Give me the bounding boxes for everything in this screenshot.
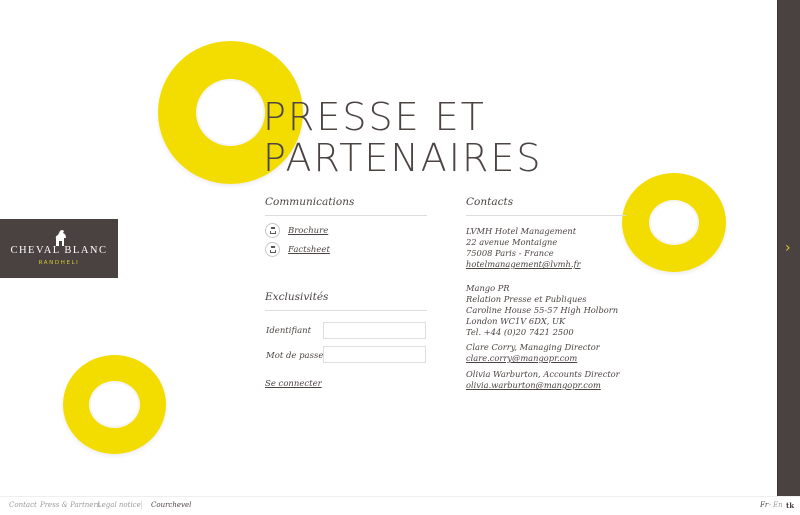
- lang-separator: -: [769, 501, 772, 509]
- logo-brand: CHEVAL BLANC: [10, 245, 108, 256]
- document-icon[interactable]: [265, 242, 280, 257]
- mango-contact1: Clare Corry, Managing Director: [466, 342, 600, 352]
- brochure-link[interactable]: Brochure: [288, 226, 328, 236]
- document-icon[interactable]: [265, 223, 280, 238]
- chevron-right-icon[interactable]: ›: [785, 240, 791, 256]
- social-icon[interactable]: tk: [786, 501, 794, 510]
- footer-separator: |: [140, 500, 143, 509]
- contacts-heading: Contacts: [466, 196, 514, 208]
- identifiant-label: Identifiant: [266, 326, 312, 336]
- mango-street: Caroline House 55-57 High Holborn: [466, 305, 619, 315]
- divider: [265, 215, 427, 216]
- lvmh-city: 75008 Paris - France: [466, 248, 554, 258]
- lvmh-name: LVMH Hotel Management: [466, 226, 577, 236]
- mango-contact2: Olivia Warburton, Accounts Director: [466, 369, 620, 379]
- lang-fr-link[interactable]: Fr: [760, 501, 768, 509]
- yellow-ring-decoration: [63, 355, 166, 454]
- exclusivites-heading: Exclusivités: [265, 291, 329, 303]
- page-title-line2: PARTENAIRES: [263, 136, 543, 180]
- divider: [265, 310, 427, 311]
- divider: [466, 215, 626, 216]
- mango-email1-link[interactable]: clare.corry@mangopr.com: [466, 353, 577, 363]
- footer-legal-link[interactable]: Legal notice: [97, 501, 141, 509]
- mango-name: Mango PR: [466, 283, 510, 293]
- page-title: PRESSE ET PARTENAIRES: [263, 97, 543, 179]
- lang-en-link[interactable]: En: [773, 501, 783, 509]
- mango-role: Relation Presse et Publiques: [466, 294, 587, 304]
- communications-heading: Communications: [265, 196, 355, 208]
- password-input[interactable]: [323, 346, 426, 363]
- identifiant-input[interactable]: [323, 322, 426, 339]
- mango-tel: Tel. +44 (0)20 7421 2500: [466, 327, 574, 337]
- password-label: Mot de passe: [266, 351, 324, 361]
- mango-email2-link[interactable]: olivia.warburton@mangopr.com: [466, 380, 601, 390]
- right-rail-edge: [777, 0, 778, 496]
- footer: Contact Press & Partners Legal notice | …: [0, 496, 800, 515]
- lvmh-street: 22 avenue Montaigne: [466, 237, 558, 247]
- footer-contact-link[interactable]: Contact: [9, 501, 37, 509]
- page-title-line1: PRESSE ET: [263, 95, 486, 139]
- logo[interactable]: CHEVAL BLANC RANDHELI: [0, 219, 118, 278]
- footer-site-link[interactable]: Courchevel: [151, 501, 191, 509]
- factsheet-link[interactable]: Factsheet: [288, 245, 330, 255]
- yellow-ring-decoration: [622, 173, 726, 272]
- footer-press-link[interactable]: Press & Partners: [40, 501, 100, 509]
- connect-link[interactable]: Se connecter: [265, 379, 322, 389]
- logo-location: RANDHELI: [38, 260, 80, 266]
- mango-city: London WC1V 6DX, UK: [466, 316, 566, 326]
- lvmh-email-link[interactable]: hotelmanagement@lvmh.fr: [466, 259, 581, 269]
